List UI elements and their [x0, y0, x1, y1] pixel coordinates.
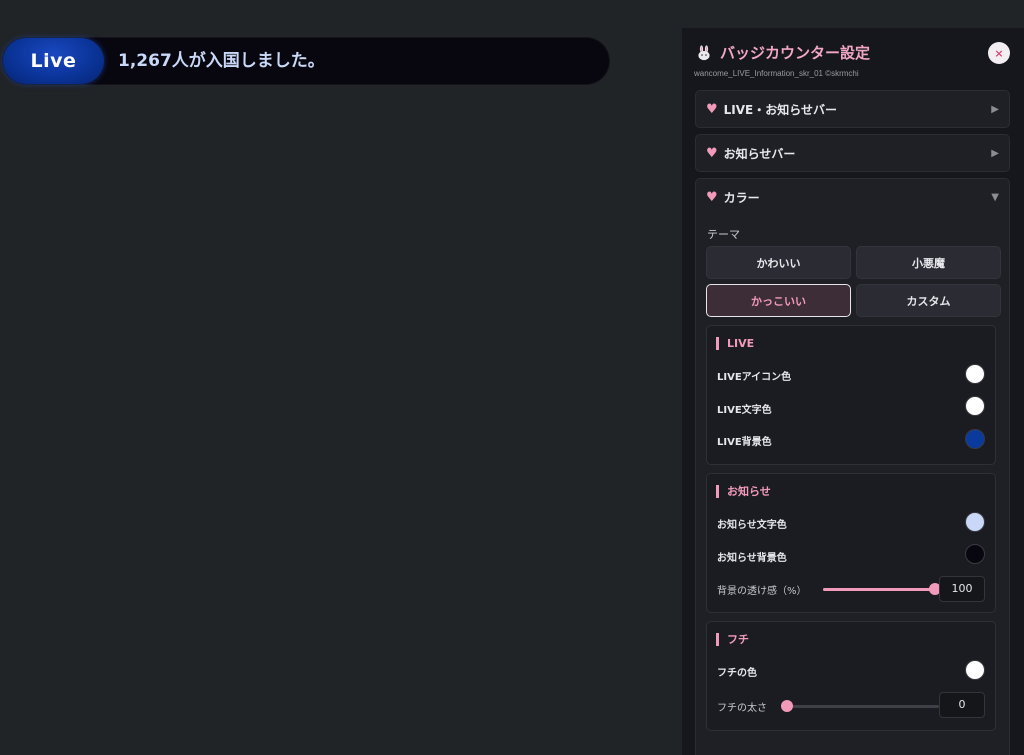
rabbit-icon — [696, 44, 712, 61]
heart-icon: ♥ — [706, 101, 718, 117]
settings-panel: バッジカウンター設定 wancome_LIVE_Information_skr_… — [682, 28, 1024, 755]
heart-icon: ♥ — [706, 189, 718, 205]
theme-button-custom[interactable]: カスタム — [856, 284, 1001, 317]
border-width-label: フチの太さ — [717, 703, 767, 714]
section-label: お知らせバー — [723, 146, 796, 161]
opacity-input[interactable]: 100 — [939, 576, 985, 602]
notice-bg-color-label: お知らせ背景色 — [717, 553, 787, 564]
live-text-color-label: LIVE文字色 — [717, 405, 772, 416]
section-label: カラー — [723, 190, 760, 205]
theme-button-koakuma[interactable]: 小悪魔 — [856, 246, 1001, 279]
heart-icon: ♥ — [706, 145, 718, 161]
live-color-group: LIVE LIVEアイコン色 LIVE文字色 LIVE背景色 — [706, 325, 996, 465]
border-width-input[interactable]: 0 — [939, 692, 985, 718]
live-icon-color-swatch[interactable] — [965, 364, 985, 384]
section-live-notice-bar[interactable]: ♥ LIVE・お知らせバー ▶ — [695, 90, 1010, 128]
border-width-slider-thumb[interactable] — [781, 700, 793, 712]
notice-bg-color-swatch[interactable] — [965, 544, 985, 564]
live-notification-bar: Live 1,267人が入国しました。 — [3, 38, 609, 84]
section-header[interactable]: ♥ お知らせバー ▶ — [696, 135, 1009, 171]
border-color-label: フチの色 — [717, 668, 757, 679]
notice-text-color-label: お知らせ文字色 — [717, 520, 787, 531]
close-button[interactable]: × — [988, 42, 1010, 64]
theme-button-kawaii[interactable]: かわいい — [706, 246, 851, 279]
panel-header: バッジカウンター設定 — [696, 42, 870, 63]
live-icon-color-label: LIVEアイコン色 — [717, 372, 792, 383]
section-notice-bar[interactable]: ♥ お知らせバー ▶ — [695, 134, 1010, 172]
chevron-right-icon: ▶ — [991, 103, 999, 115]
live-badge: Live — [3, 38, 104, 84]
chevron-down-icon: ▼ — [991, 191, 999, 203]
live-bg-color-swatch[interactable] — [965, 429, 985, 449]
opacity-slider[interactable] — [823, 583, 941, 595]
section-header[interactable]: ♥ LIVE・お知らせバー ▶ — [696, 91, 1009, 127]
section-label: LIVE・お知らせバー — [723, 102, 838, 117]
opacity-slider-fill — [823, 588, 935, 591]
panel-subtitle: wancome_LIVE_Information_skr_01 ©skrmchi — [694, 69, 859, 78]
notice-color-group: お知らせ お知らせ文字色 お知らせ背景色 背景の透け感（%） 100 — [706, 473, 996, 613]
live-message: 1,267人が入国しました。 — [118, 51, 325, 71]
live-bg-color-label: LIVE背景色 — [717, 437, 772, 448]
live-text-color-swatch[interactable] — [965, 396, 985, 416]
border-color-swatch[interactable] — [965, 660, 985, 680]
group-title: フチ — [716, 633, 749, 646]
notice-text-color-swatch[interactable] — [965, 512, 985, 532]
border-group: フチ フチの色 フチの太さ 0 — [706, 621, 996, 731]
border-width-slider[interactable] — [781, 700, 939, 712]
theme-label: テーマ — [707, 228, 740, 241]
live-badge-label: Live — [30, 50, 77, 72]
section-color: ♥ カラー ▼ テーマ かわいい 小悪魔 かっこいい カスタム LIVE LIV… — [695, 178, 1010, 755]
group-title: お知らせ — [716, 485, 771, 498]
chevron-right-icon: ▶ — [991, 147, 999, 159]
panel-title: バッジカウンター設定 — [720, 44, 871, 62]
group-title: LIVE — [716, 337, 754, 350]
opacity-label: 背景の透け感（%） — [717, 586, 807, 597]
section-header[interactable]: ♥ カラー ▼ — [696, 179, 1009, 215]
theme-button-kakkoii[interactable]: かっこいい — [706, 284, 851, 317]
